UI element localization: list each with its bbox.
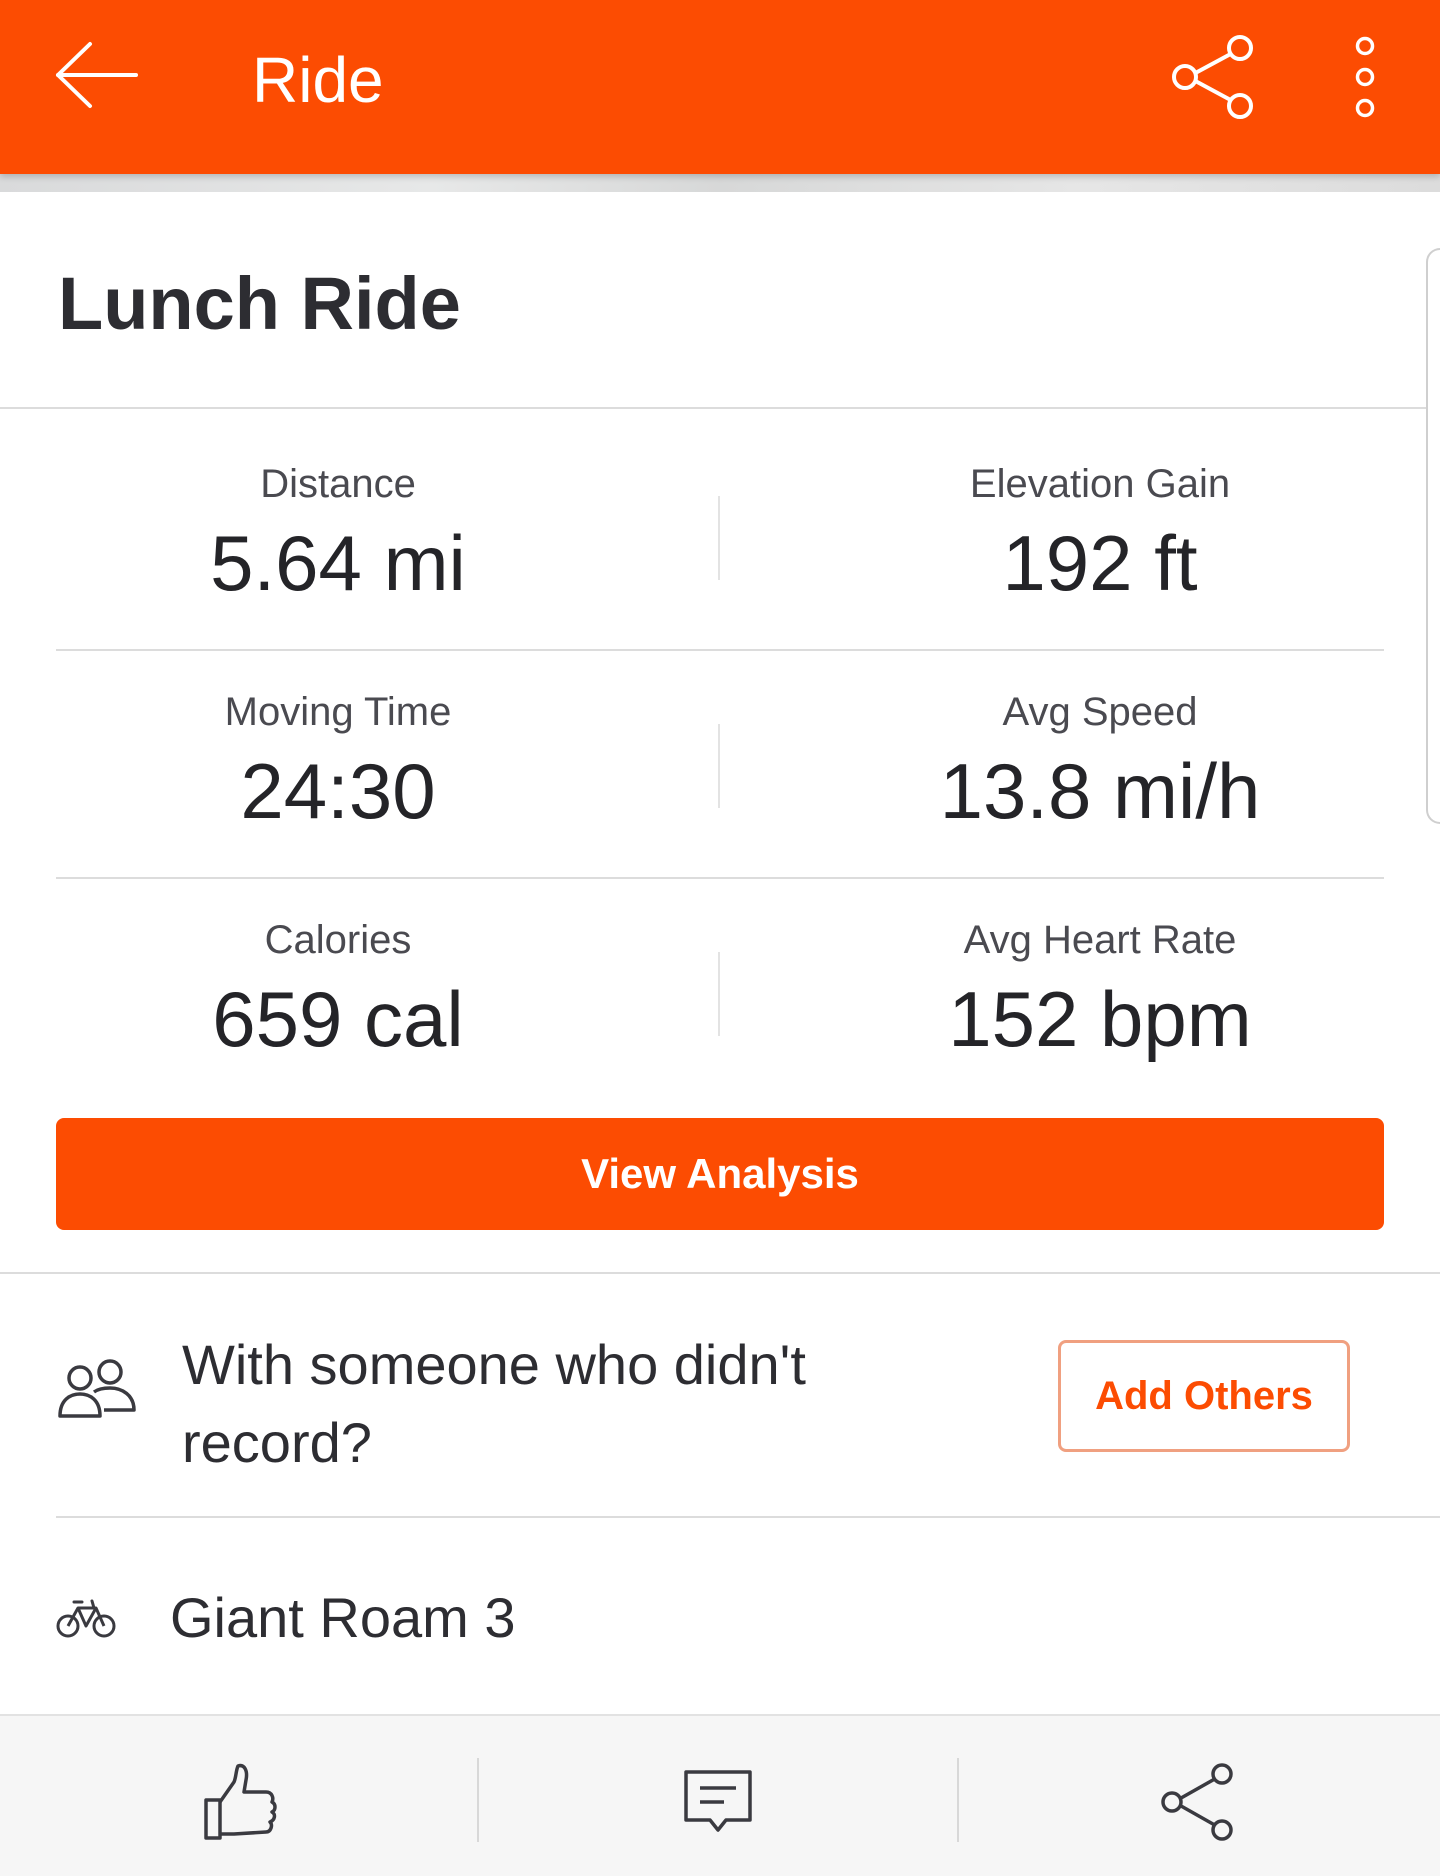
bottom-action-bar [0, 1714, 1440, 1876]
stat-calories: Calories 659 cal [28, 916, 648, 1062]
divider [56, 649, 1384, 651]
stat-label: Calories [264, 918, 412, 962]
add-others-prompt: With someone who didn't record? [182, 1333, 806, 1474]
divider [0, 1272, 1440, 1274]
divider [56, 1516, 1440, 1518]
divider [0, 407, 1426, 409]
stat-avg-speed: Avg Speed 13.8 mi/h [790, 688, 1410, 834]
stat-value: 152 bpm [948, 975, 1252, 1063]
stat-elevation-gain: Elevation Gain 192 ft [790, 460, 1410, 606]
stat-divider [718, 496, 720, 580]
share-icon[interactable] [1158, 1760, 1238, 1844]
stat-moving-time: Moving Time 24:30 [28, 688, 648, 834]
stat-label: Distance [260, 462, 416, 506]
stat-label: Avg Speed [1002, 690, 1198, 734]
stat-value: 13.8 mi/h [939, 747, 1261, 835]
side-scroll-handle[interactable] [1426, 248, 1440, 824]
map-preview-strip[interactable] [0, 174, 1440, 192]
more-vertical-icon[interactable] [1338, 34, 1392, 120]
stat-divider [718, 952, 720, 1036]
comment-icon[interactable] [678, 1760, 758, 1844]
stat-value: 24:30 [240, 747, 436, 835]
share-icon[interactable] [1168, 32, 1258, 122]
activity-title: Lunch Ride [58, 262, 461, 345]
stat-avg-heart-rate: Avg Heart Rate 152 bpm [790, 916, 1410, 1062]
bike-icon [56, 1596, 116, 1642]
add-others-button[interactable]: Add Others [1058, 1340, 1350, 1452]
back-arrow-icon[interactable] [54, 40, 144, 110]
stat-label: Avg Heart Rate [963, 918, 1237, 962]
bottom-divider [477, 1758, 479, 1842]
people-icon [56, 1358, 140, 1428]
view-analysis-button[interactable]: View Analysis [56, 1118, 1384, 1230]
stat-label: Elevation Gain [969, 462, 1231, 506]
divider [56, 877, 1384, 879]
stat-label: Moving Time [224, 690, 452, 734]
gear-name[interactable]: Giant Roam 3 [170, 1584, 516, 1652]
page-title: Ride [252, 44, 384, 116]
stat-divider [718, 724, 720, 808]
app-bar: Ride [0, 0, 1440, 174]
stat-value: 659 cal [212, 975, 464, 1063]
thumbs-up-icon[interactable] [200, 1760, 280, 1844]
stat-value: 192 ft [1002, 519, 1198, 607]
stat-distance: Distance 5.64 mi [28, 460, 648, 606]
bottom-divider [957, 1758, 959, 1842]
stat-value: 5.64 mi [210, 519, 466, 607]
